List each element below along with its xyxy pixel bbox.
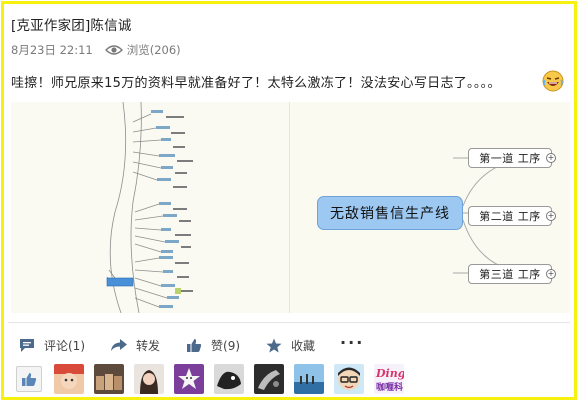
star-icon [265, 337, 283, 353]
post-meta: 8月23日 22:11 浏览(206) [11, 42, 181, 58]
svg-text:Ding: Ding [375, 367, 404, 380]
post-text: 哇擦！师兄原来15万的资料早就准备好了！太特么激冻了！没法安心写日志了。。。。 [11, 76, 501, 91]
favorite-label: 收藏 [291, 338, 316, 353]
comment-icon [18, 337, 36, 353]
like-toggle-button[interactable] [16, 366, 42, 392]
post-title[interactable]: [克亚作家团]陈信诚 [11, 14, 132, 34]
like-label: 赞(9) [211, 338, 241, 353]
avatar[interactable] [94, 364, 124, 394]
action-bar: 评论(1) 转发 赞(9) 收藏 ··· [18, 333, 389, 356]
favorite-button[interactable]: 收藏 [265, 337, 315, 354]
like-button[interactable]: 赞(9) [185, 337, 240, 354]
mindmap-node-3: 第三道 工序 [468, 264, 552, 284]
mindmap-node-1: 第一道 工序 [468, 148, 552, 168]
avatar[interactable]: Ding 咖喱科 [374, 364, 404, 394]
share-label: 转发 [136, 338, 161, 353]
thumbs-up-icon [185, 337, 203, 353]
mindmap-node-2: 第二道 工序 [468, 206, 552, 226]
thumbs-up-icon [22, 372, 37, 386]
post-date: 8月23日 22:11 [11, 43, 93, 57]
avatar-text: 咖喱科 [376, 381, 403, 393]
eye-icon [104, 44, 123, 56]
avatar[interactable] [254, 364, 284, 394]
expand-icon: + [546, 211, 556, 221]
comment-label: 评论(1) [44, 338, 85, 353]
share-button[interactable]: 转发 [110, 337, 160, 354]
mindmap-center-node: 无敌销售信生产线 [317, 196, 463, 230]
comment-button[interactable]: 评论(1) [18, 337, 85, 354]
post-image-tree-mindmap[interactable] [11, 102, 290, 313]
post-image-sales-mindmap[interactable]: 无敌销售信生产线 第一道 工序 第二道 工序 第三道 工序 + + + [290, 102, 570, 313]
laughing-emoji-icon [542, 70, 564, 92]
expand-icon: + [546, 269, 556, 279]
avatar[interactable] [54, 364, 84, 394]
share-arrow-icon [110, 337, 128, 353]
avatar[interactable] [214, 364, 244, 394]
more-button[interactable]: ··· [340, 333, 364, 352]
avatar[interactable] [174, 364, 204, 394]
liker-list: Ding 咖喱科 [16, 364, 414, 394]
avatar[interactable] [334, 364, 364, 394]
avatar[interactable] [294, 364, 324, 394]
divider [8, 322, 570, 323]
view-count: 浏览(206) [126, 43, 181, 57]
expand-icon: + [546, 153, 556, 163]
avatar[interactable] [134, 364, 164, 394]
post-card: [克亚作家团]陈信诚 8月23日 22:11 浏览(206) 哇擦！师兄原来15… [1, 1, 577, 400]
